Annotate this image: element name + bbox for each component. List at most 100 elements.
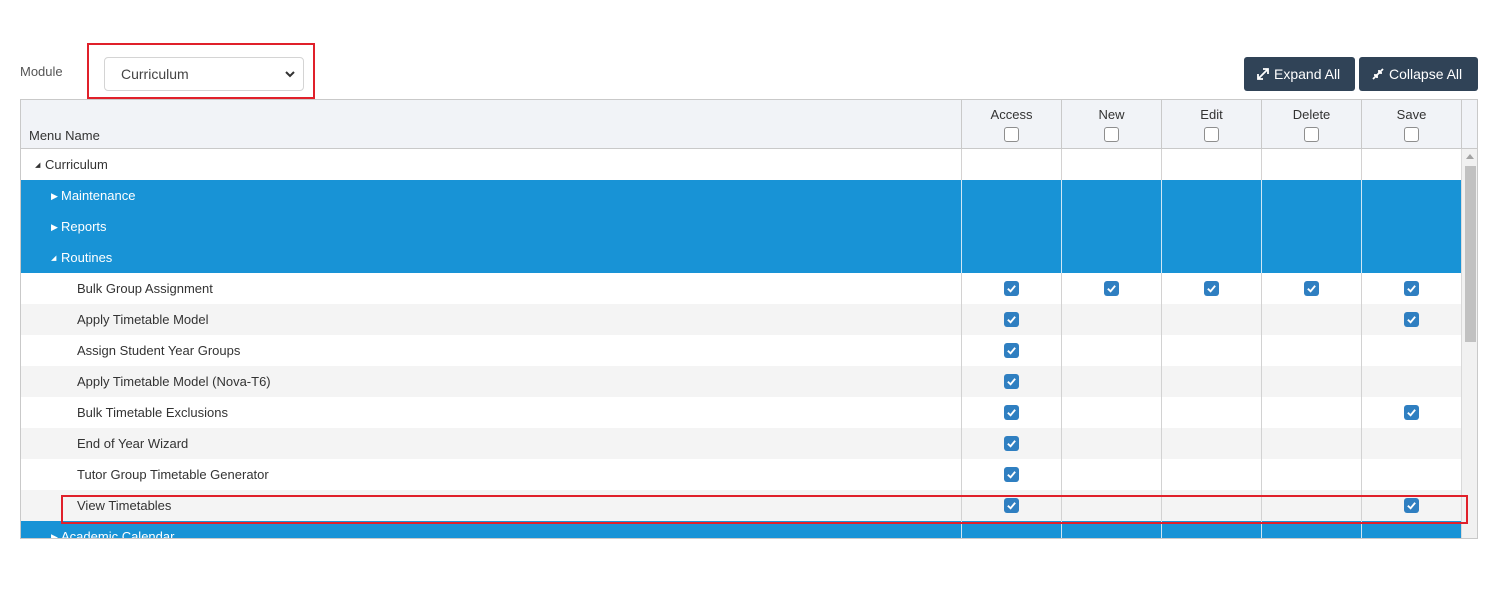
row-label: Academic Calendar [61, 529, 175, 539]
select-all-edit-checkbox[interactable] [1204, 127, 1219, 142]
permission-cell-save[interactable] [1361, 273, 1461, 304]
permission-checkbox[interactable] [1004, 374, 1019, 389]
select-all-delete-checkbox[interactable] [1304, 127, 1319, 142]
expand-all-button[interactable]: Expand All [1244, 57, 1355, 91]
permission-cell-access[interactable] [961, 304, 1061, 335]
tree-group-row[interactable]: ◢ Curriculum [21, 149, 1461, 180]
highlight-view-timetables-row [61, 495, 1468, 524]
permission-cell-access[interactable] [961, 397, 1061, 428]
permission-cell-delete[interactable] [1261, 397, 1361, 428]
permission-cell-save[interactable] [1361, 428, 1461, 459]
permission-cell-access[interactable] [961, 335, 1061, 366]
menu-name-header: Menu Name [29, 128, 100, 143]
permission-checkbox[interactable] [1404, 281, 1419, 296]
permission-checkbox[interactable] [1304, 281, 1319, 296]
header-scroll-spacer [1461, 100, 1477, 149]
row-label: Routines [61, 250, 113, 265]
permission-cell-save[interactable] [1361, 304, 1461, 335]
permission-cell-edit[interactable] [1161, 397, 1261, 428]
permission-cell-delete[interactable] [1261, 273, 1361, 304]
column-header-edit: Edit [1161, 100, 1261, 149]
permission-checkbox[interactable] [1404, 405, 1419, 420]
tree-item-row[interactable]: Apply Timetable Model (Nova-T6) [21, 366, 1461, 397]
checkmark-icon [1007, 440, 1016, 448]
collapse-toggle-icon[interactable]: ◢ [51, 254, 56, 262]
permission-cell-access[interactable] [961, 459, 1061, 490]
collapse-toggle-icon[interactable]: ◢ [35, 161, 40, 169]
scroll-up-icon[interactable] [1466, 154, 1474, 159]
tree-item-row[interactable]: Bulk Timetable Exclusions [21, 397, 1461, 428]
checkmark-icon [1107, 285, 1116, 293]
permission-cell-delete[interactable] [1261, 304, 1361, 335]
permission-cell-edit [1161, 242, 1261, 273]
checkmark-icon [1007, 471, 1016, 479]
tree-item-row[interactable]: Apply Timetable Model [21, 304, 1461, 335]
select-all-save-checkbox[interactable] [1404, 127, 1419, 142]
tree-group-row[interactable]: ▶ Maintenance [21, 180, 1461, 211]
permission-cell-new[interactable] [1061, 366, 1161, 397]
permission-cell-new[interactable] [1061, 428, 1161, 459]
row-label: Bulk Group Assignment [77, 281, 213, 296]
permission-cell-edit[interactable] [1161, 459, 1261, 490]
grid-rows: ◢ Curriculum ▶ Maintenance ▶ Reports ◢ Routines… [21, 149, 1461, 539]
expand-toggle-icon[interactable]: ▶ [51, 191, 58, 202]
tree-group-row[interactable]: ▶ Reports [21, 211, 1461, 242]
permission-cell-access[interactable] [961, 273, 1061, 304]
scroll-thumb[interactable] [1465, 166, 1476, 342]
checkmark-icon [1007, 409, 1016, 417]
permission-cell-delete [1261, 149, 1361, 180]
permission-cell-edit [1161, 211, 1261, 242]
column-header-save: Save [1361, 100, 1461, 149]
select-all-new-checkbox[interactable] [1104, 127, 1119, 142]
permission-checkbox[interactable] [1204, 281, 1219, 296]
permission-cell-save[interactable] [1361, 397, 1461, 428]
permission-cell-new[interactable] [1061, 459, 1161, 490]
row-label: End of Year Wizard [77, 436, 189, 451]
permission-cell-new[interactable] [1061, 304, 1161, 335]
permission-cell-save[interactable] [1361, 459, 1461, 490]
permission-cell-save[interactable] [1361, 366, 1461, 397]
module-select-value: Curriculum [121, 66, 189, 82]
permission-cell-access[interactable] [961, 366, 1061, 397]
checkmark-icon [1207, 285, 1216, 293]
permission-cell-edit[interactable] [1161, 273, 1261, 304]
permission-cell-edit[interactable] [1161, 304, 1261, 335]
permission-cell-delete[interactable] [1261, 459, 1361, 490]
column-title: Edit [1200, 107, 1223, 122]
select-all-access-checkbox[interactable] [1004, 127, 1019, 142]
permission-cell-edit[interactable] [1161, 335, 1261, 366]
permission-cell-edit[interactable] [1161, 366, 1261, 397]
checkmark-icon [1007, 285, 1016, 293]
permission-cell-new[interactable] [1061, 335, 1161, 366]
permission-cell-new[interactable] [1061, 273, 1161, 304]
column-title: Save [1396, 107, 1427, 122]
permission-cell-access[interactable] [961, 428, 1061, 459]
expand-toggle-icon[interactable]: ▶ [51, 222, 58, 233]
permission-checkbox[interactable] [1004, 281, 1019, 296]
permission-cell-new[interactable] [1061, 397, 1161, 428]
permission-cell-edit[interactable] [1161, 428, 1261, 459]
tree-item-row[interactable]: Tutor Group Timetable Generator [21, 459, 1461, 490]
permission-cell-delete[interactable] [1261, 428, 1361, 459]
row-label: Assign Student Year Groups [77, 343, 241, 358]
permission-checkbox[interactable] [1004, 436, 1019, 451]
permission-checkbox[interactable] [1404, 312, 1419, 327]
permission-checkbox[interactable] [1104, 281, 1119, 296]
vertical-scrollbar[interactable] [1461, 149, 1477, 538]
collapse-all-button[interactable]: Collapse All [1359, 57, 1478, 91]
permission-checkbox[interactable] [1004, 312, 1019, 327]
permission-cell-delete[interactable] [1261, 335, 1361, 366]
tree-item-row[interactable]: End of Year Wizard [21, 428, 1461, 459]
expand-toggle-icon[interactable]: ▶ [51, 532, 58, 538]
tree-group-row[interactable]: ◢ Routines [21, 242, 1461, 273]
permission-cell-delete[interactable] [1261, 366, 1361, 397]
tree-item-row[interactable]: Assign Student Year Groups [21, 335, 1461, 366]
permission-checkbox[interactable] [1004, 467, 1019, 482]
permission-checkbox[interactable] [1004, 343, 1019, 358]
module-select[interactable]: Curriculum [104, 57, 304, 91]
tree-item-row[interactable]: Bulk Group Assignment [21, 273, 1461, 304]
row-label: Tutor Group Timetable Generator [77, 467, 269, 482]
permission-cell-save[interactable] [1361, 335, 1461, 366]
permission-checkbox[interactable] [1004, 405, 1019, 420]
checkmark-icon [1307, 285, 1316, 293]
